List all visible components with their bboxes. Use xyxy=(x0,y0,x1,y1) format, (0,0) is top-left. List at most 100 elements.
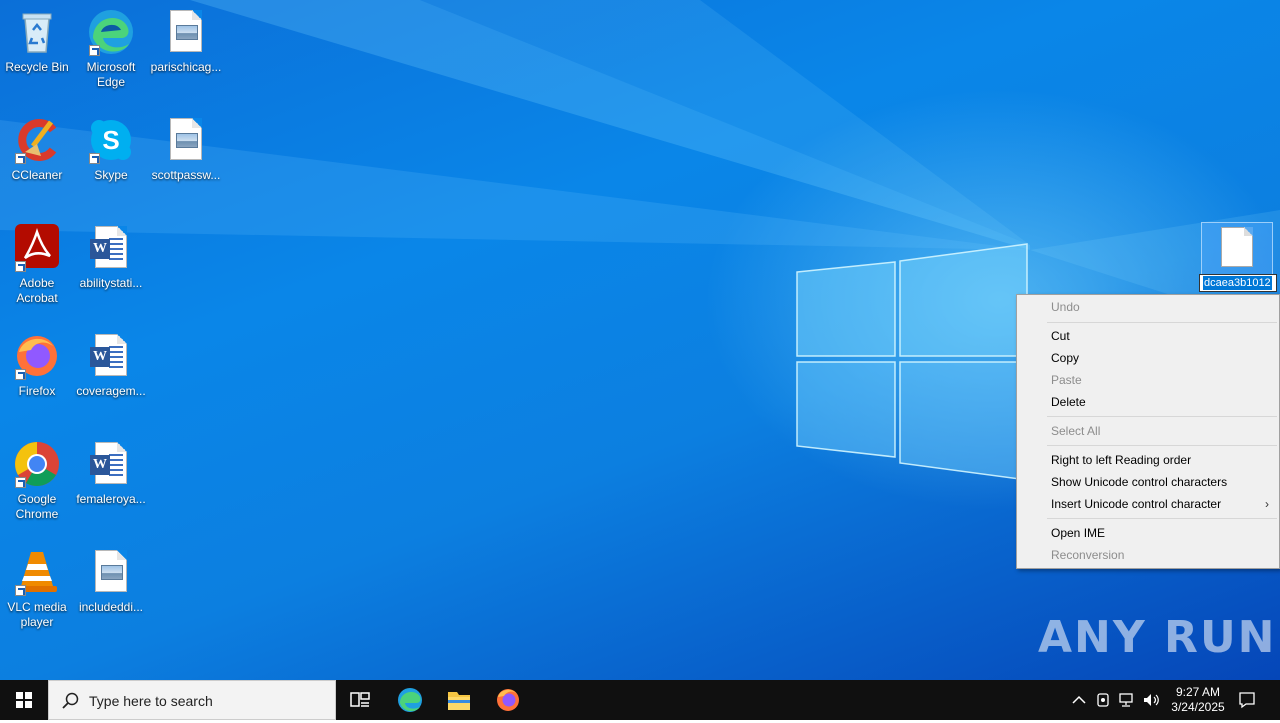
chevron-right-icon: › xyxy=(1265,497,1269,511)
context-menu: Undo Cut Copy Paste Delete Select All Ri… xyxy=(1016,294,1280,569)
edge-icon xyxy=(87,8,135,56)
skype-icon: S xyxy=(87,116,135,164)
blank-file-icon xyxy=(1221,227,1253,267)
desktop-icon-parischicag[interactable]: parischicag... xyxy=(149,8,223,75)
windows-logo-icon xyxy=(16,692,32,708)
taskbar-file-explorer-button[interactable] xyxy=(435,680,483,720)
desktop-icon-label: femaleroya... xyxy=(76,492,146,506)
menu-item-open-ime[interactable]: Open IME xyxy=(1017,522,1279,544)
shortcut-arrow-icon xyxy=(15,585,26,596)
desktop-icon-label: Google Chrome xyxy=(15,492,59,521)
watermark-text: ANY RUN xyxy=(1038,612,1277,663)
menu-item-paste[interactable]: Paste xyxy=(1017,369,1279,391)
desktop-icon-skype[interactable]: S Skype xyxy=(74,116,148,183)
desktop-icon-vlc-media-player[interactable]: VLC media player xyxy=(0,548,74,630)
desktop-icon-label: Microsoft Edge xyxy=(86,60,136,89)
volume-icon xyxy=(1144,694,1159,706)
desktop-icon-coveragem[interactable]: W coveragem... xyxy=(74,332,148,399)
firefox-icon xyxy=(497,689,519,711)
clock-date: 3/24/2025 xyxy=(1171,700,1225,714)
desktop-icon-recycle-bin[interactable]: Recycle Bin xyxy=(0,8,74,75)
taskbar-search-box[interactable]: Type here to search xyxy=(48,680,336,720)
desktop-icon-firefox[interactable]: Firefox xyxy=(0,332,74,399)
tray-network-button[interactable] xyxy=(1117,690,1137,710)
show-hidden-icons-button[interactable] xyxy=(1069,690,1089,710)
clock-time: 9:27 AM xyxy=(1175,685,1221,699)
desktop-icon-google-chrome[interactable]: Google Chrome xyxy=(0,440,74,522)
menu-separator xyxy=(1047,445,1277,446)
shortcut-arrow-icon xyxy=(15,261,26,272)
desktop-icon-includeddi[interactable]: includeddi... xyxy=(74,548,148,615)
desktop-icon-label: Firefox xyxy=(18,384,56,398)
anyrun-watermark: ANY RUN xyxy=(1038,612,1277,663)
firefox-icon xyxy=(13,332,61,380)
menu-item-cut[interactable]: Cut xyxy=(1017,325,1279,347)
taskbar-edge-button[interactable] xyxy=(386,680,434,720)
desktop-icon-ccleaner[interactable]: CCleaner xyxy=(0,116,74,183)
desktop-icon-microsoft-edge[interactable]: Microsoft Edge xyxy=(74,8,148,90)
word-doc-icon: W xyxy=(87,332,135,380)
menu-separator xyxy=(1047,518,1277,519)
task-view-button[interactable] xyxy=(336,680,384,720)
vlc-icon xyxy=(13,548,61,596)
edge-icon xyxy=(398,688,422,712)
image-file-icon xyxy=(162,8,210,56)
search-icon xyxy=(62,692,79,709)
search-placeholder: Type here to search xyxy=(89,693,213,709)
recycle-bin-icon xyxy=(13,8,61,56)
start-button[interactable] xyxy=(0,680,48,720)
menu-item-copy[interactable]: Copy xyxy=(1017,347,1279,369)
tray-volume-button[interactable] xyxy=(1141,690,1161,710)
device-icon xyxy=(1097,693,1109,707)
shortcut-arrow-icon xyxy=(15,477,26,488)
rename-selected-text[interactable]: dcaea3b1012 xyxy=(1203,276,1272,290)
desktop-icon-label: abilitystati... xyxy=(79,276,143,290)
desktop-icon-femaleroya[interactable]: W femaleroya... xyxy=(74,440,148,507)
taskbar-firefox-button[interactable] xyxy=(484,680,532,720)
menu-item-select-all[interactable]: Select All xyxy=(1017,420,1279,442)
desktop-icon-abilitystati[interactable]: W abilitystati... xyxy=(74,224,148,291)
shortcut-arrow-icon xyxy=(89,45,100,56)
desktop-icon-scottpassw[interactable]: scottpassw... xyxy=(149,116,223,183)
menu-item-insert-unicode-control[interactable]: Insert Unicode control character › xyxy=(1017,493,1279,515)
desktop-icon-label: includeddi... xyxy=(78,600,144,614)
desktop-icon-label: parischicag... xyxy=(150,60,222,74)
shortcut-arrow-icon xyxy=(89,153,100,164)
desktop-icon-label: coveragem... xyxy=(76,384,146,398)
notification-icon xyxy=(1239,692,1255,709)
acrobat-icon xyxy=(13,224,61,272)
menu-item-label: Insert Unicode control character xyxy=(1051,497,1222,511)
desktop-icon-label: Skype xyxy=(94,168,128,182)
word-doc-icon: W xyxy=(87,224,135,272)
network-icon xyxy=(1119,693,1133,707)
menu-separator xyxy=(1047,416,1277,417)
menu-item-delete[interactable]: Delete xyxy=(1017,391,1279,413)
taskbar: Type here to search 9:27 AM 3/24/2025 xyxy=(0,680,1280,720)
menu-separator xyxy=(1047,322,1277,323)
desktop-icon-label: CCleaner xyxy=(11,168,63,182)
word-doc-icon: W xyxy=(87,440,135,488)
ccleaner-icon xyxy=(13,116,61,164)
action-center-button[interactable] xyxy=(1237,690,1257,710)
taskbar-clock[interactable]: 9:27 AM 3/24/2025 xyxy=(1162,685,1234,715)
menu-item-undo[interactable]: Undo xyxy=(1017,296,1279,318)
image-file-icon xyxy=(162,116,210,164)
desktop-icon-label: Recycle Bin xyxy=(5,60,69,74)
desktop[interactable]: Recycle Bin CCleaner Adobe Acrobat Firef… xyxy=(0,0,1280,680)
shortcut-arrow-icon xyxy=(15,369,26,380)
desktop-icon-label: Adobe Acrobat xyxy=(16,276,58,305)
task-view-icon xyxy=(350,692,370,707)
shortcut-arrow-icon xyxy=(15,153,26,164)
file-explorer-icon xyxy=(448,692,470,710)
chevron-up-icon xyxy=(1072,695,1086,704)
menu-item-rtl-reading-order[interactable]: Right to left Reading order xyxy=(1017,449,1279,471)
desktop-icon-adobe-acrobat[interactable]: Adobe Acrobat xyxy=(0,224,74,306)
tray-device-button[interactable] xyxy=(1093,690,1113,710)
menu-item-reconversion[interactable]: Reconversion xyxy=(1017,544,1279,566)
image-file-icon xyxy=(87,548,135,596)
rename-input[interactable]: dcaea3b1012 xyxy=(1199,274,1277,292)
svg-text:S: S xyxy=(102,125,119,155)
menu-item-show-unicode-control[interactable]: Show Unicode control characters xyxy=(1017,471,1279,493)
desktop-icon-label: scottpassw... xyxy=(151,168,221,182)
chrome-icon xyxy=(13,440,61,488)
